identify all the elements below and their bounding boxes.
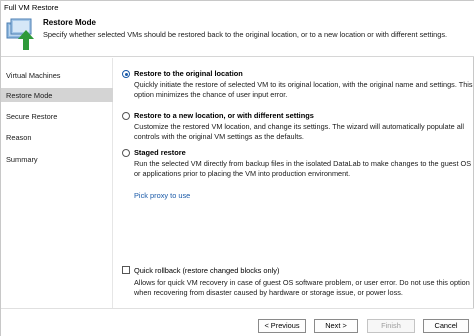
option-description: Run the selected VM directly from backup…	[134, 159, 472, 178]
pick-proxy-link[interactable]: Pick proxy to use	[134, 191, 190, 200]
sidebar-item-label: Reason	[6, 133, 32, 142]
original-location-radio[interactable]	[122, 70, 130, 78]
restore-mode-panel: Restore to the original location Quickly…	[114, 58, 474, 308]
sidebar-item-secure-restore[interactable]: Secure Restore	[1, 109, 113, 123]
option-label: Staged restore	[134, 148, 186, 157]
sidebar-item-summary[interactable]: Summary	[1, 152, 113, 166]
wizard-steps-sidebar: Virtual Machines Restore Mode Secure Res…	[1, 58, 113, 308]
page-subtitle: Specify whether selected VMs should be r…	[43, 30, 448, 39]
sidebar-item-virtual-machines[interactable]: Virtual Machines	[1, 68, 113, 82]
quick-rollback-description: Allows for quick VM recovery in case of …	[134, 278, 470, 297]
staged-restore-radio[interactable]	[122, 149, 130, 157]
sidebar-item-label: Restore Mode	[6, 91, 53, 100]
cancel-button[interactable]: Cancel	[423, 319, 469, 333]
wizard-footer: < Previous Next > Finish Cancel	[1, 308, 474, 336]
quick-rollback-checkbox[interactable]	[122, 266, 130, 274]
sidebar-item-reason[interactable]: Reason	[1, 130, 113, 144]
option-description: Customize the restored VM location, and …	[134, 122, 465, 141]
previous-button[interactable]: < Previous	[258, 319, 306, 333]
option-description: Quickly initiate the restore of selected…	[134, 80, 473, 99]
new-location-radio[interactable]	[122, 112, 130, 120]
sidebar-item-label: Secure Restore	[6, 112, 58, 121]
option-label: Restore to the original location	[134, 69, 243, 78]
option-label: Restore to a new location, or with diffe…	[134, 111, 314, 120]
full-vm-restore-window: Full VM Restore Restore Mode Specify whe…	[0, 0, 474, 336]
sidebar-item-label: Summary	[6, 155, 38, 164]
wizard-header: Restore Mode Specify whether selected VM…	[1, 14, 474, 57]
window-title: Full VM Restore	[1, 1, 474, 14]
next-button[interactable]: Next >	[314, 319, 358, 333]
vm-restore-icon	[6, 17, 36, 51]
quick-rollback-label: Quick rollback (restore changed blocks o…	[134, 266, 280, 275]
sidebar-item-label: Virtual Machines	[6, 71, 61, 80]
finish-button[interactable]: Finish	[367, 319, 415, 333]
page-title: Restore Mode	[43, 18, 96, 27]
sidebar-item-restore-mode[interactable]: Restore Mode	[1, 88, 113, 102]
